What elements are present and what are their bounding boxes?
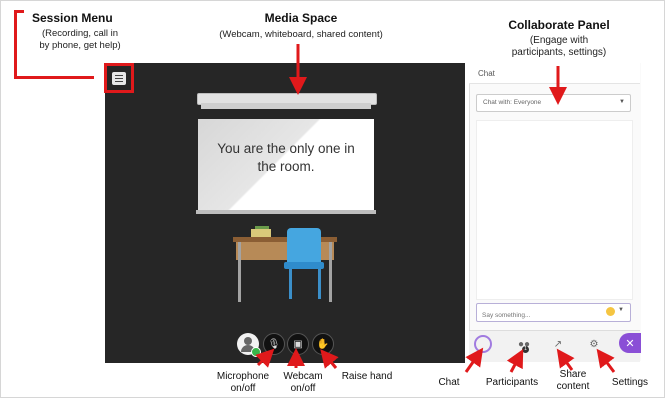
settings-label: Settings [611, 377, 649, 388]
microphone-label: Microphone on/off [205, 371, 281, 395]
share-content-label: Share content [548, 369, 598, 393]
chat-arrow [464, 347, 484, 373]
microphone-arrow [255, 348, 275, 368]
share-content-label-line2: content [556, 381, 590, 392]
settings-arrow [596, 348, 616, 373]
webcam-label-line1: Webcam [283, 371, 323, 382]
share-content-arrow [556, 348, 575, 371]
share-content-label-line1: Share [559, 369, 587, 380]
microphone-label-line2: on/off [230, 383, 256, 394]
webcam-label-line2: on/off [290, 383, 316, 394]
raise-hand-arrow [320, 349, 339, 369]
callout-arrows [255, 44, 616, 373]
participants-arrow [506, 349, 524, 373]
chat-label: Chat [438, 377, 460, 388]
participants-label: Participants [485, 377, 539, 388]
webcam-label: Webcam on/off [278, 371, 328, 395]
microphone-label-line1: Microphone [216, 371, 270, 382]
raise-hand-label: Raise hand [341, 371, 393, 382]
